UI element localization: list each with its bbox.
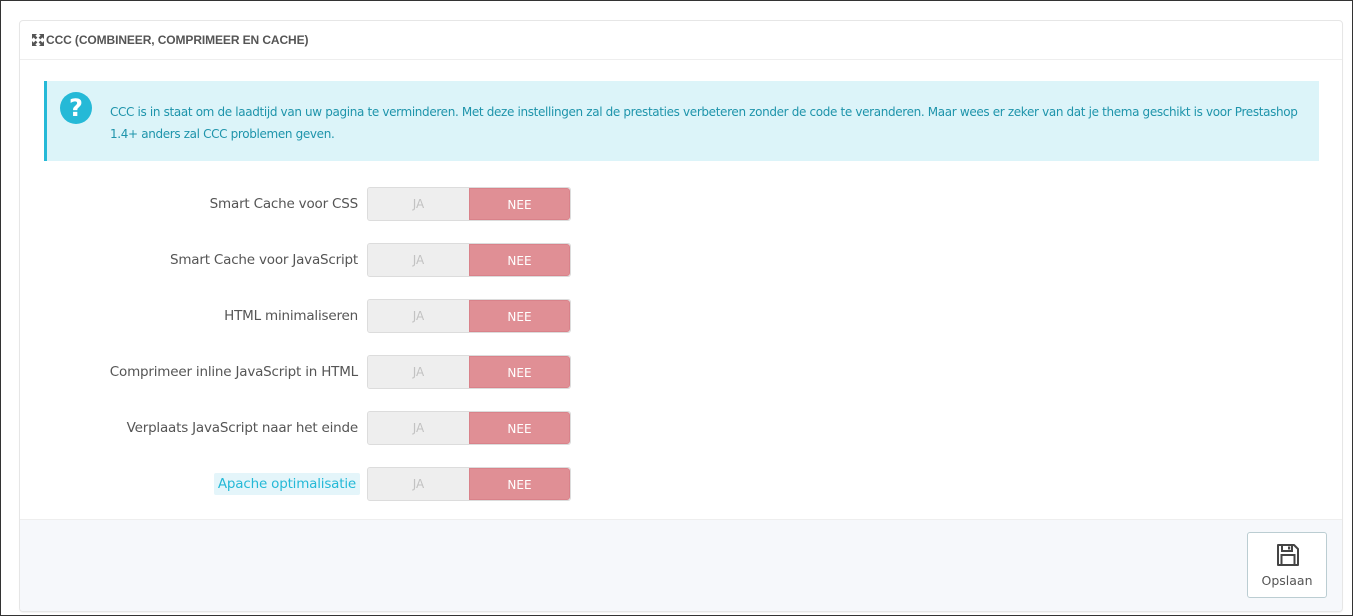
- switch-option-yes[interactable]: JA: [368, 412, 469, 444]
- switch-option-no[interactable]: NEE: [469, 412, 570, 444]
- setting-label: Smart Cache voor CSS: [209, 196, 359, 212]
- info-alert: ? CCC is in staat om de laadtijd van uw …: [44, 81, 1319, 161]
- switch-option-yes[interactable]: JA: [368, 356, 469, 388]
- switch-option-no[interactable]: NEE: [469, 300, 570, 332]
- toggle-switch-html-minify[interactable]: JA NEE: [367, 299, 571, 333]
- save-button-label: Opslaan: [1261, 573, 1313, 588]
- toggle-switch-smart-cache-js[interactable]: JA NEE: [367, 243, 571, 277]
- panel-title: CCC (COMBINEER, COMPRIMEER EN CACHE): [46, 33, 309, 47]
- ccc-panel: CCC (COMBINEER, COMPRIMEER EN CACHE) ? C…: [19, 20, 1343, 612]
- setting-row-smart-cache-css: Smart Cache voor CSS JA NEE: [20, 187, 1342, 221]
- toggle-switch-move-js[interactable]: JA NEE: [367, 411, 571, 445]
- setting-label-hint[interactable]: Apache optimalisatie: [213, 473, 360, 495]
- switch-option-yes[interactable]: JA: [368, 468, 469, 500]
- floppy-disk-icon: [1277, 544, 1299, 566]
- toggle-switch-smart-cache-css[interactable]: JA NEE: [367, 187, 571, 221]
- window-frame: CCC (COMBINEER, COMPRIMEER EN CACHE) ? C…: [0, 0, 1353, 616]
- setting-row-apache: Apache optimalisatie JA NEE: [20, 467, 1342, 501]
- setting-row-inline-js: Comprimeer inline JavaScript in HTML JA …: [20, 355, 1342, 389]
- panel-heading: CCC (COMBINEER, COMPRIMEER EN CACHE): [20, 21, 1342, 60]
- switch-option-yes[interactable]: JA: [368, 300, 469, 332]
- toggle-switch-apache[interactable]: JA NEE: [367, 467, 571, 501]
- setting-row-move-js: Verplaats JavaScript naar het einde JA N…: [20, 411, 1342, 445]
- toggle-switch-inline-js[interactable]: JA NEE: [367, 355, 571, 389]
- setting-row-html-minify: HTML minimaliseren JA NEE: [20, 299, 1342, 333]
- panel-footer: Opslaan: [20, 519, 1342, 611]
- question-circle-icon: ?: [60, 92, 92, 124]
- alert-text: CCC is in staat om de laadtijd van uw pa…: [110, 105, 1298, 141]
- setting-label: Verplaats JavaScript naar het einde: [126, 420, 359, 436]
- save-button[interactable]: Opslaan: [1247, 532, 1327, 598]
- setting-label: HTML minimaliseren: [224, 308, 358, 324]
- setting-row-smart-cache-js: Smart Cache voor JavaScript JA NEE: [20, 243, 1342, 277]
- setting-label: Comprimeer inline JavaScript in HTML: [109, 364, 358, 380]
- switch-option-no[interactable]: NEE: [469, 468, 570, 500]
- switch-option-yes[interactable]: JA: [368, 188, 469, 220]
- expand-arrows-icon: [32, 34, 44, 46]
- switch-option-no[interactable]: NEE: [469, 244, 570, 276]
- switch-option-no[interactable]: NEE: [469, 188, 570, 220]
- switch-option-yes[interactable]: JA: [368, 244, 469, 276]
- switch-option-no[interactable]: NEE: [469, 356, 570, 388]
- setting-label: Smart Cache voor JavaScript: [169, 252, 358, 268]
